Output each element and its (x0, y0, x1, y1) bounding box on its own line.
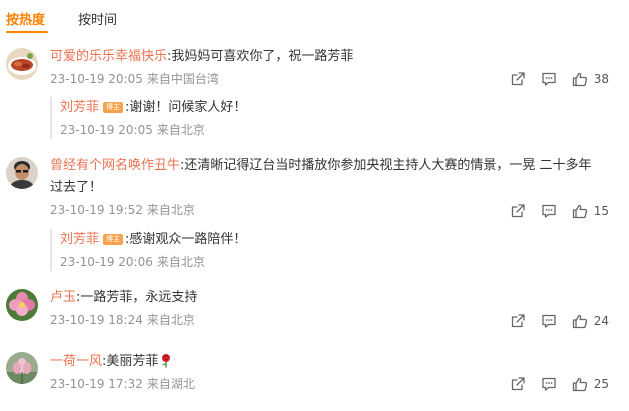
reply-text: :感谢观众一路陪伴！ (125, 232, 247, 247)
reply-button[interactable] (541, 376, 557, 392)
share-icon (511, 72, 525, 86)
like-icon (572, 72, 587, 87)
reply-time: 23-10-19 20:05 (60, 123, 153, 137)
share-icon (511, 314, 525, 328)
comment-time: 23-10-19 17:32 (50, 377, 143, 391)
share-icon (511, 204, 525, 218)
comment-text: :美丽芳菲 (102, 354, 159, 369)
share-button[interactable] (510, 376, 526, 392)
comment-username[interactable]: 可爱的乐乐幸福快乐 (50, 49, 167, 64)
reply-source: 来自北京 (156, 123, 205, 137)
comment-icon (542, 204, 556, 218)
comment-item: 卢玉:一路芳菲，永远支持 23-10-19 18:24 来自北京 24 (0, 287, 629, 337)
comment-item: 可爱的乐乐幸福快乐:我妈妈可喜欢你了，祝一路芳菲 23-10-19 20:05 来… (0, 46, 629, 146)
comment-source: 来自北京 (146, 313, 195, 327)
like-button[interactable]: 25 (572, 376, 609, 392)
reply-button[interactable] (541, 71, 557, 87)
comment-item: 一荷一风:美丽芳菲 23-10-19 17:32 来自湖北 25 (0, 351, 629, 401)
user-avatar-man[interactable] (6, 157, 38, 189)
share-button[interactable] (510, 203, 526, 219)
comment-text-line: 曾经有个网名唤作丑牛:还清晰记得辽台当时播放你参加央视主持人大赛的情景，一晃 二… (50, 155, 615, 177)
reply-meta: 23-10-19 20:05 来自北京 (60, 121, 246, 139)
reply-meta: 23-10-19 20:06 来自北京 (60, 253, 246, 271)
reply-source: 来自北京 (156, 255, 205, 269)
user-avatar-flower[interactable] (6, 289, 38, 321)
comment-actions: 25 (510, 376, 609, 392)
reply-button[interactable] (541, 313, 557, 329)
comment-username[interactable]: 一荷一风 (50, 354, 102, 369)
reply-time: 23-10-19 20:06 (60, 255, 153, 269)
author-reply: 刘芳菲 博主:谢谢！问候家人好！ 23-10-19 20:05 来自北京 (50, 97, 246, 139)
comment-text: :一路芳菲，永远支持 (76, 290, 198, 305)
comment-icon (542, 377, 556, 391)
reply-button[interactable] (541, 203, 557, 219)
reply-text-line: 刘芳菲 博主:感谢观众一路陪伴！ (60, 229, 246, 251)
comment-icon (542, 314, 556, 328)
author-reply: 刘芳菲 博主:感谢观众一路陪伴！ 23-10-19 20:06 来自北京 (50, 229, 246, 271)
share-button[interactable] (510, 313, 526, 329)
like-count: 38 (593, 72, 609, 86)
comment-text-line-2: 过去了！ (50, 180, 103, 195)
reply-username[interactable]: 刘芳菲 (60, 232, 99, 247)
author-badge: 博主 (103, 234, 124, 245)
comment-source: 来自湖北 (146, 377, 195, 391)
like-icon (572, 377, 587, 392)
like-count: 25 (593, 377, 609, 391)
reply-text-line: 刘芳菲 博主:谢谢！问候家人好！ (60, 97, 246, 119)
user-avatar-food[interactable] (6, 48, 38, 80)
rose-emoji-icon (162, 354, 171, 368)
tab-by-heat[interactable]: 按热度 (6, 11, 45, 31)
like-button[interactable]: 38 (572, 71, 609, 87)
like-icon (572, 204, 587, 219)
share-button[interactable] (510, 71, 526, 87)
comment-icon (542, 72, 556, 86)
active-tab-underline (6, 31, 48, 33)
like-button[interactable]: 24 (572, 313, 609, 329)
like-button[interactable]: 15 (572, 203, 609, 219)
comment-username[interactable]: 曾经有个网名唤作丑牛 (50, 158, 180, 173)
comment-time: 23-10-19 19:52 (50, 203, 143, 217)
comment-text-line: 一荷一风:美丽芳菲 (50, 351, 615, 373)
comment-username[interactable]: 卢玉 (50, 290, 76, 305)
comment-actions: 38 (510, 71, 609, 87)
like-count: 15 (593, 204, 609, 218)
reply-text: :谢谢！问候家人好！ (125, 100, 247, 115)
tab-by-time[interactable]: 按时间 (78, 11, 117, 31)
comment-source: 来自中国台湾 (146, 72, 219, 86)
comment-source: 来自北京 (146, 203, 195, 217)
like-count: 24 (593, 314, 609, 328)
comment-actions: 24 (510, 313, 609, 329)
like-icon (572, 314, 587, 329)
comment-time: 23-10-19 20:05 (50, 72, 143, 86)
comment-text-line: 可爱的乐乐幸福快乐:我妈妈可喜欢你了，祝一路芳菲 (50, 46, 615, 68)
comment-actions: 15 (510, 203, 609, 219)
user-avatar-lotus[interactable] (6, 352, 38, 384)
share-icon (511, 377, 525, 391)
comment-text-line: 卢玉:一路芳菲，永远支持 (50, 287, 615, 309)
author-badge: 博主 (103, 102, 124, 113)
sort-tabs: 按热度 按时间 (6, 10, 117, 33)
comment-text: :我妈妈可喜欢你了，祝一路芳菲 (167, 49, 354, 64)
reply-username[interactable]: 刘芳菲 (60, 100, 99, 115)
comment-time: 23-10-19 18:24 (50, 313, 143, 327)
comment-text: :还清晰记得辽台当时播放你参加央视主持人大赛的情景，一晃 二十多年 (180, 158, 592, 173)
comment-item: 曾经有个网名唤作丑牛:还清晰记得辽台当时播放你参加央视主持人大赛的情景，一晃 二… (0, 155, 629, 275)
